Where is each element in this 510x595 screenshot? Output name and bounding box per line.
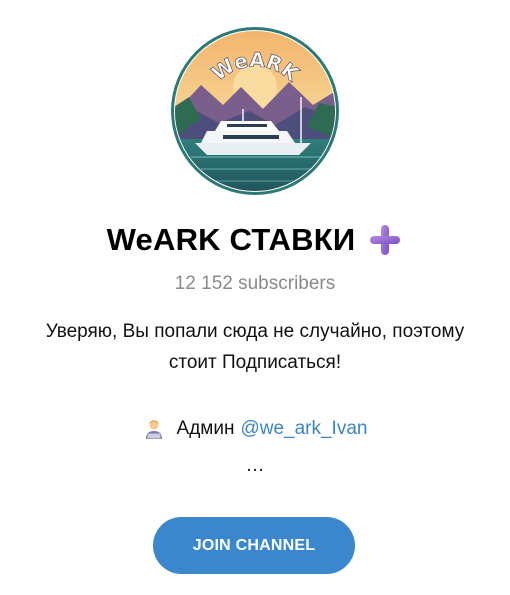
description-ellipsis: …: [245, 455, 265, 476]
description-line: Уверяю, Вы попали сюда не случайно, поэт…: [45, 321, 465, 342]
subscriber-count: 12 152 subscribers: [174, 273, 336, 294]
channel-avatar: WeARK: [171, 27, 339, 195]
technologist-emoji-icon: [145, 420, 162, 439]
admin-username-link[interactable]: @we_ark_Ivan: [240, 418, 367, 440]
channel-preview-card: WeARK WeARK СТАВКИ 12 152 subscribers Ув…: [0, 0, 510, 595]
admin-label: Админ: [176, 418, 235, 439]
title-row: WeARK СТАВКИ: [0, 218, 510, 262]
admin-row: Админ @we_ark_Ivan: [0, 418, 510, 440]
description-line: стоит Подписаться!: [168, 352, 342, 373]
channel-description: Уверяю, Вы попали сюда не случайно, поэт…: [0, 316, 510, 378]
channel-title: WeARK СТАВКИ: [106, 222, 356, 257]
join-channel-button[interactable]: JOIN CHANNEL: [153, 517, 355, 574]
purple-heavy-plus-icon: [370, 225, 401, 255]
